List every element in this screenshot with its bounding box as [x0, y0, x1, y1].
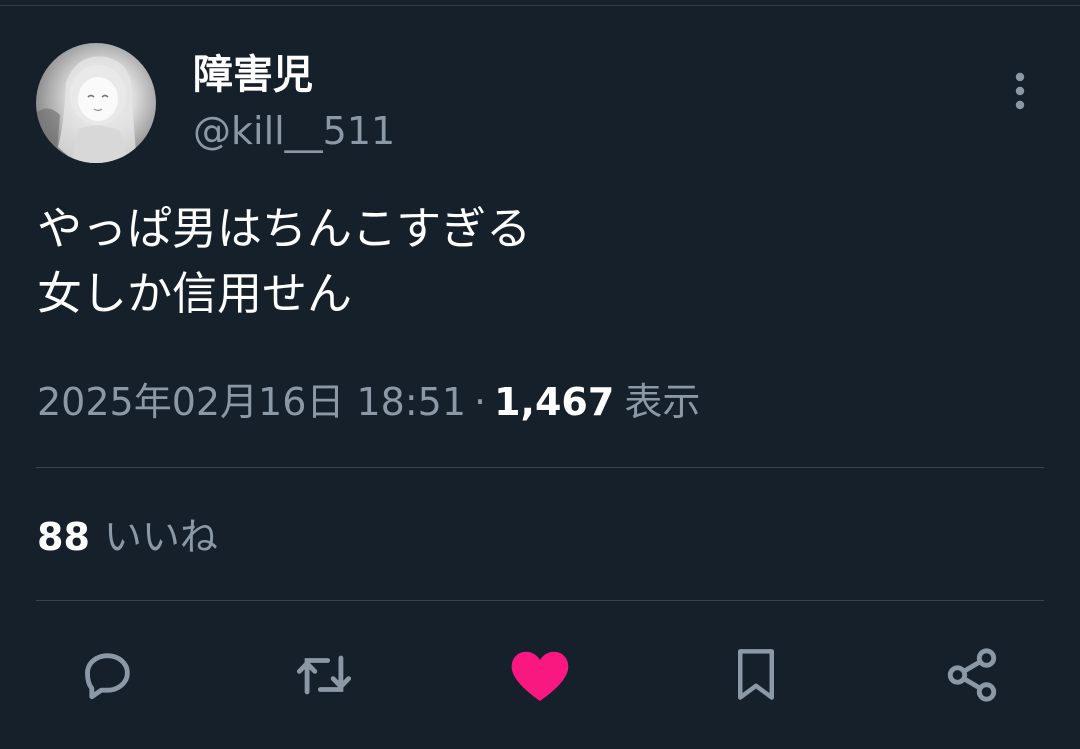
views-label: 表示 [624, 380, 701, 424]
retweet-icon [296, 655, 352, 695]
divider [36, 600, 1044, 601]
reply-icon [85, 653, 130, 700]
tweet-text: やっぱ男はちんこすぎる 女しか信用せん [37, 196, 531, 326]
avatar[interactable] [36, 43, 156, 163]
heart-icon [511, 651, 569, 701]
top-border [0, 5, 1080, 6]
tweet-line: やっぱ男はちんこすぎる [37, 202, 532, 255]
likes-label: いいね [103, 515, 218, 559]
likes-count: 88 [37, 515, 90, 559]
share-button[interactable] [940, 643, 1004, 707]
tweet-meta: 2025年02月16日 18:51 · 1,467 表示 [37, 377, 700, 427]
bookmark-icon [738, 649, 774, 700]
reply-button[interactable] [76, 643, 140, 707]
display-name[interactable]: 障害児 [193, 50, 313, 100]
views-count: 1,467 [494, 380, 615, 424]
timestamp[interactable]: 2025年02月16日 18:51 [37, 380, 466, 424]
user-handle[interactable]: @kill__511 [193, 107, 395, 155]
likes-summary[interactable]: 88 いいね [37, 512, 218, 562]
retweet-button[interactable] [292, 643, 356, 707]
avatar-image [36, 56, 136, 163]
share-icon [947, 648, 997, 702]
like-button[interactable] [508, 643, 572, 707]
bookmark-button[interactable] [724, 643, 788, 707]
meta-separator: · [474, 380, 487, 424]
divider [36, 467, 1044, 468]
tweet-line: 女しか信用せん [37, 267, 353, 320]
more-vertical-icon [1015, 72, 1025, 110]
more-options-button[interactable] [1000, 68, 1040, 114]
